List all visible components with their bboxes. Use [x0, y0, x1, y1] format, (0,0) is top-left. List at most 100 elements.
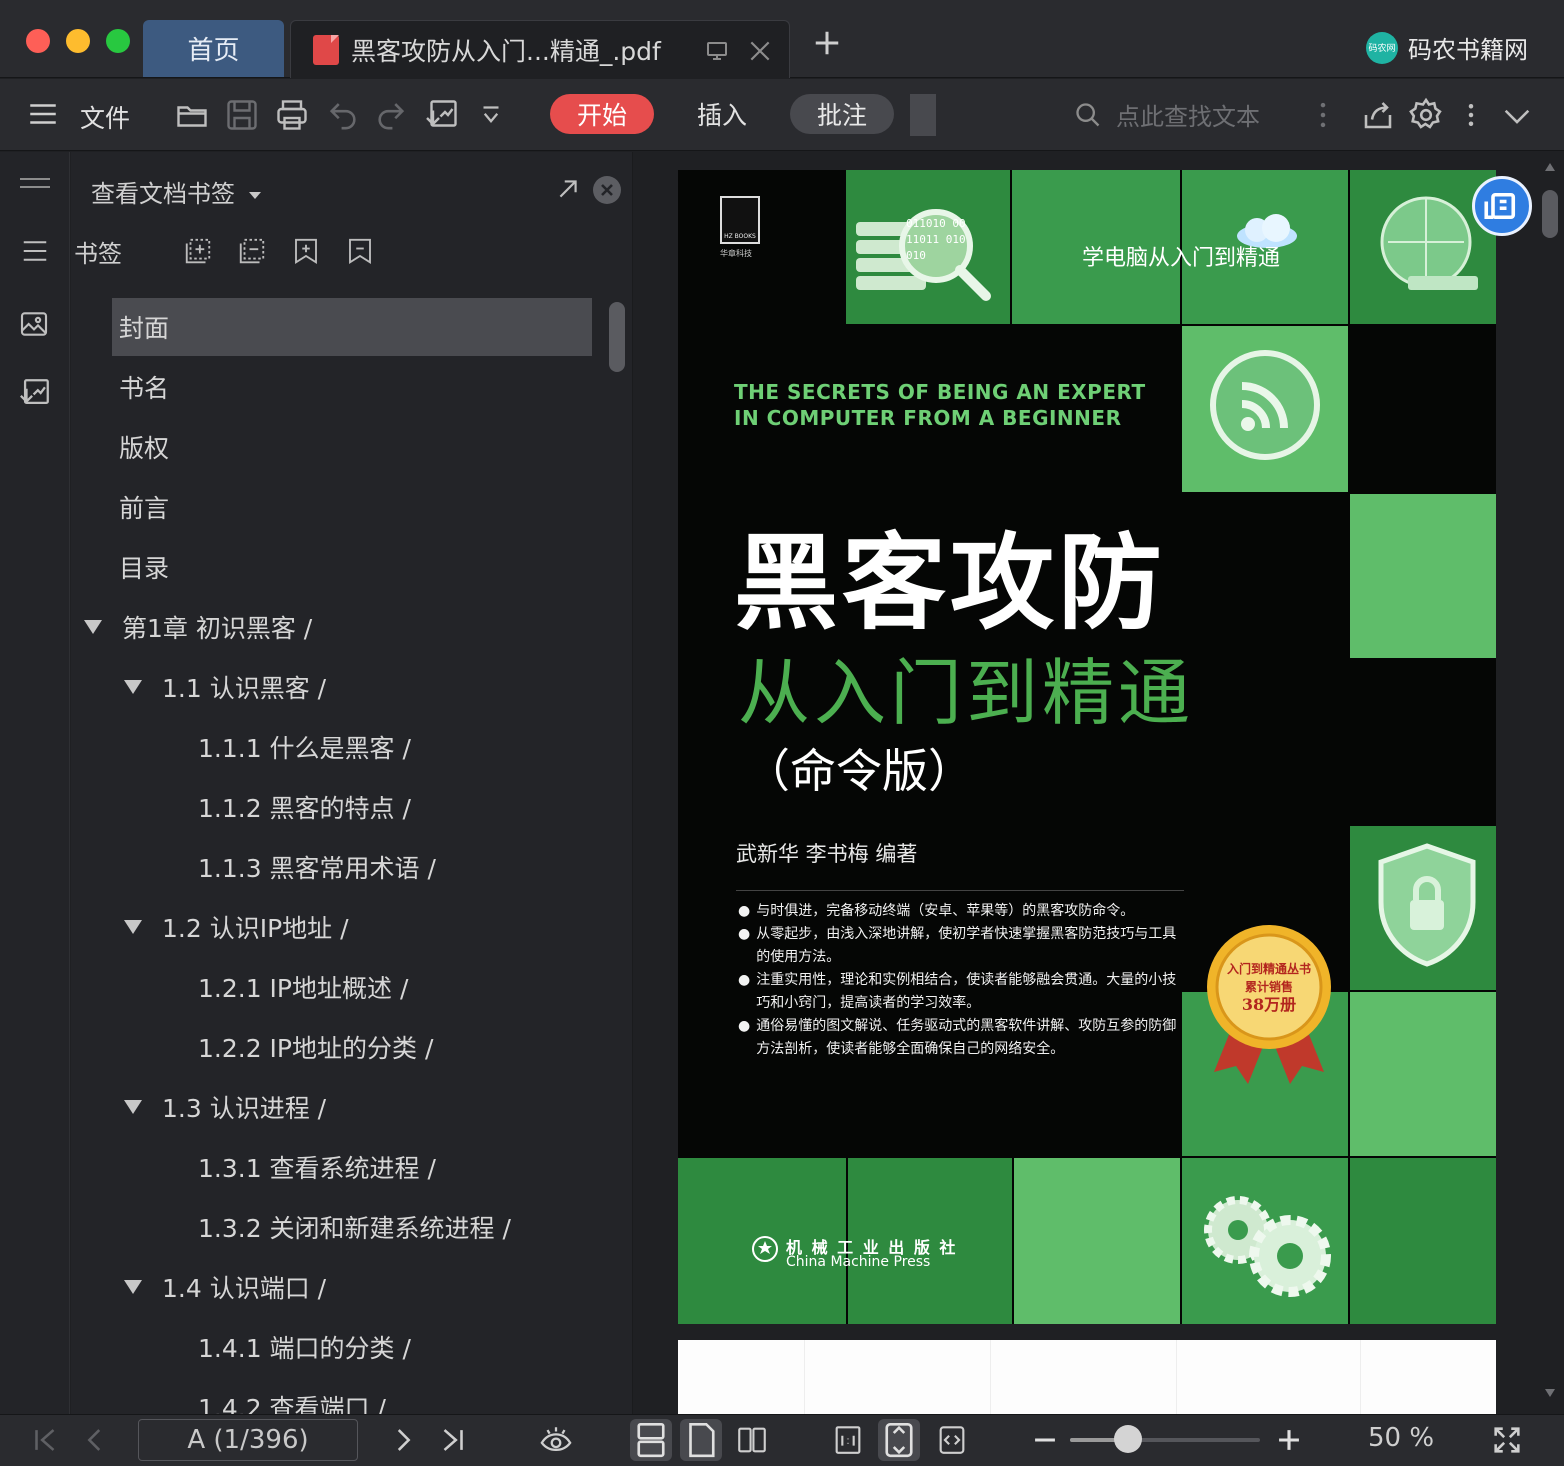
- cover-title-sub: 从入门到精通: [738, 651, 1195, 735]
- bookmark-label: 1.1.3 黑客常用术语 /: [198, 854, 436, 883]
- bookmark-item[interactable]: 1.2 认识IP地址 /: [124, 898, 349, 956]
- tab-document-label: 黑客攻防从入门...精通_.pdf: [351, 36, 661, 66]
- zoom-out-icon[interactable]: [1028, 1423, 1062, 1457]
- ribbon-tab-insert[interactable]: 插入: [680, 94, 764, 134]
- share-icon[interactable]: [1360, 97, 1396, 133]
- bookmark-item[interactable]: 1.1.1 什么是黑客 /: [198, 718, 411, 776]
- bookmark-item[interactable]: 1.4 认识端口 /: [124, 1258, 326, 1316]
- thumbnail-image-icon[interactable]: [18, 308, 50, 340]
- double-page-view-icon[interactable]: [734, 1423, 768, 1457]
- delete-bookmark-icon[interactable]: [345, 236, 375, 266]
- bookmark-item[interactable]: 前言: [119, 478, 169, 536]
- redo-icon[interactable]: [374, 97, 410, 133]
- export-pdf-icon[interactable]: [424, 97, 460, 133]
- tab-document[interactable]: 黑客攻防从入门...精通_.pdf: [290, 20, 790, 78]
- scroll-up-arrow-icon[interactable]: [1544, 162, 1556, 172]
- cover-bullet-text: 通俗易懂的图文解说、任务驱动式的黑客软件讲解、攻防互参的防御方法剖析，使读者能够…: [756, 1018, 1177, 1057]
- monitor-icon[interactable]: [705, 39, 729, 63]
- bookmark-item[interactable]: 1.4.1 端口的分类 /: [198, 1318, 411, 1376]
- undo-icon[interactable]: [326, 97, 362, 133]
- maximize-window-button[interactable]: [106, 29, 130, 53]
- settings-gear-icon[interactable]: [1408, 97, 1444, 133]
- expand-triangle-icon[interactable]: [124, 1100, 142, 1114]
- expand-triangle-icon[interactable]: [124, 680, 142, 694]
- ribbon-tab-start[interactable]: 开始: [550, 94, 654, 134]
- bookmark-item[interactable]: 1.3 认识进程 /: [124, 1078, 326, 1136]
- last-page-icon[interactable]: [436, 1423, 470, 1457]
- vertical-dots-icon[interactable]: [1306, 97, 1342, 133]
- cover-english-line2: IN COMPUTER FROM A BEGINNER: [734, 406, 1122, 430]
- new-tab-button[interactable]: [812, 28, 842, 58]
- search-box[interactable]: 点此查找文本: [1074, 97, 1260, 132]
- brand[interactable]: 码农网 码农书籍网: [1366, 30, 1528, 65]
- ribbon-scroll-button[interactable]: [910, 94, 936, 136]
- bookmark-item[interactable]: 1.4.2 查看端口 /: [198, 1378, 386, 1414]
- minimize-window-button[interactable]: [66, 29, 90, 53]
- file-menu[interactable]: 文件: [80, 99, 130, 135]
- cover-title-main: 黑客攻防: [734, 522, 1167, 644]
- bookmark-item[interactable]: 1.1 认识黑客 /: [124, 658, 326, 716]
- publisher-name-en: China Machine Press: [786, 1254, 931, 1270]
- scroll-down-arrow-icon[interactable]: [1544, 1388, 1556, 1398]
- previous-page-icon[interactable]: [78, 1423, 112, 1457]
- tab-home[interactable]: 首页: [143, 20, 284, 77]
- collapse-toolbar-icon[interactable]: [1500, 97, 1536, 133]
- expand-triangle-icon[interactable]: [124, 1280, 142, 1294]
- next-page-icon[interactable]: [386, 1423, 420, 1457]
- annotation-panel-icon[interactable]: [18, 376, 52, 410]
- hamburger-menu-icon[interactable]: [26, 97, 62, 133]
- close-window-button[interactable]: [26, 29, 50, 53]
- bookmark-panel-title[interactable]: 查看文档书签: [91, 174, 261, 209]
- globe-graphic: [1368, 186, 1488, 306]
- floating-convert-button[interactable]: [1472, 176, 1532, 236]
- expand-triangle-icon[interactable]: [124, 920, 142, 934]
- continuous-scroll-view-icon[interactable]: [630, 1419, 672, 1461]
- open-folder-icon[interactable]: [174, 97, 210, 133]
- eye-protection-icon[interactable]: [538, 1423, 572, 1457]
- zoom-in-icon[interactable]: [1272, 1423, 1306, 1457]
- bookmark-item[interactable]: 1.2.1 IP地址概述 /: [198, 958, 408, 1016]
- bookmark-item[interactable]: 版权: [119, 418, 169, 476]
- fit-width-icon[interactable]: [934, 1423, 968, 1457]
- bookmark-item[interactable]: 第1章 初识黑客 /: [84, 598, 312, 656]
- bookmark-item[interactable]: 1.1.3 黑客常用术语 /: [198, 838, 436, 896]
- more-options-icon[interactable]: [1456, 97, 1492, 133]
- pop-out-panel-icon[interactable]: [555, 176, 581, 202]
- more-dropdown-icon[interactable]: [476, 97, 512, 133]
- close-panel-icon[interactable]: [593, 176, 621, 204]
- zoom-slider-handle[interactable]: [1113, 1425, 1142, 1453]
- bookmark-item[interactable]: 目录: [119, 538, 169, 596]
- add-bookmark-icon[interactable]: [183, 236, 213, 266]
- first-page-icon[interactable]: [28, 1423, 62, 1457]
- bookmark-label: 1.4.1 端口的分类 /: [198, 1334, 411, 1363]
- single-page-view-icon[interactable]: [680, 1419, 722, 1461]
- zoom-slider-track[interactable]: [1070, 1438, 1260, 1442]
- remove-bookmark-icon[interactable]: [237, 236, 267, 266]
- bookmark-scrollbar[interactable]: [609, 302, 625, 372]
- bookmark-label: 封面: [119, 314, 170, 343]
- bookmark-list-icon[interactable]: [18, 236, 52, 266]
- zoom-percentage[interactable]: 50 %: [1368, 1423, 1434, 1453]
- bookmark-item[interactable]: 封面: [119, 298, 169, 356]
- bookmark-item[interactable]: 书名: [119, 358, 169, 416]
- close-tab-icon[interactable]: [747, 38, 773, 64]
- fit-page-icon[interactable]: [878, 1419, 920, 1461]
- add-child-bookmark-icon[interactable]: [291, 236, 321, 266]
- fullscreen-icon[interactable]: [1490, 1423, 1524, 1457]
- document-view[interactable]: HZ BOOKS 华章科技 011010 0011011 010010 学电脑从…: [634, 152, 1564, 1414]
- save-icon[interactable]: [224, 97, 260, 133]
- rail-collapse-icon[interactable]: [18, 176, 52, 190]
- actual-size-icon[interactable]: [830, 1423, 864, 1457]
- expand-triangle-icon[interactable]: [84, 620, 102, 634]
- bookmark-item[interactable]: 1.3.1 查看系统进程 /: [198, 1138, 436, 1196]
- page-number-input[interactable]: A (1/396): [138, 1419, 358, 1461]
- ribbon-tab-annotate[interactable]: 批注: [790, 94, 894, 134]
- sales-badge-text: 入门到精通丛书 累计销售 38万册: [1204, 960, 1334, 1014]
- bookmark-item[interactable]: 1.1.2 黑客的特点 /: [198, 778, 411, 836]
- bookmark-item[interactable]: 1.3.2 关闭和新建系统进程 /: [198, 1198, 511, 1256]
- cover-bullet-text: 从零起步，由浅入深地讲解，使初学者快速掌握黑客防范技巧与工具的使用方法。: [756, 926, 1177, 965]
- page-grid-line: [1360, 1340, 1361, 1414]
- bookmark-item[interactable]: 1.2.2 IP地址的分类 /: [198, 1018, 433, 1076]
- document-scrollbar[interactable]: [1542, 190, 1558, 238]
- print-icon[interactable]: [274, 97, 310, 133]
